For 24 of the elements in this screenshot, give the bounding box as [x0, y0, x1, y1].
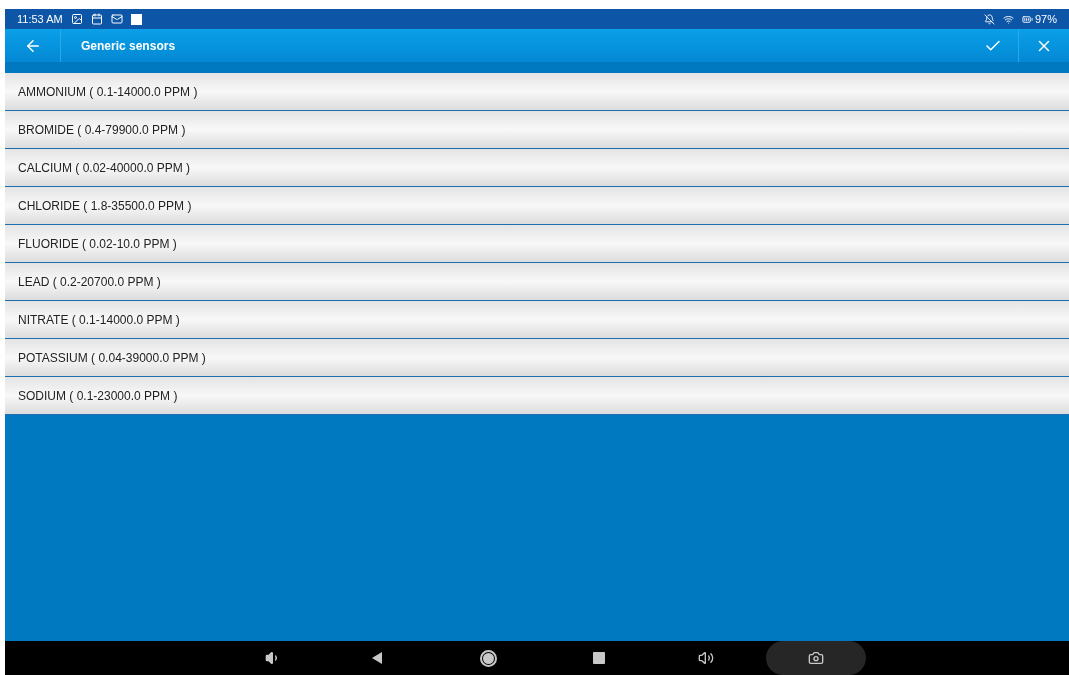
volume-up-icon[interactable] — [698, 650, 714, 666]
back-icon[interactable] — [372, 652, 382, 664]
sensor-list-item[interactable]: FLUORIDE ( 0.02-10.0 PPM ) — [5, 225, 1069, 263]
sensor-list-item[interactable]: CALCIUM ( 0.02-40000.0 PPM ) — [5, 149, 1069, 187]
sensor-list-item[interactable]: SODIUM ( 0.1-23000.0 PPM ) — [5, 377, 1069, 415]
bell-off-icon — [983, 13, 995, 25]
sensor-list-item[interactable]: POTASSIUM ( 0.04-39000.0 PPM ) — [5, 339, 1069, 377]
screenshot-button[interactable] — [766, 641, 866, 675]
wifi-icon — [1002, 13, 1014, 25]
camera-icon — [808, 650, 824, 666]
app-title: Generic sensors — [81, 37, 176, 55]
sensor-list-item[interactable]: NITRATE ( 0.1-14000.0 PPM ) — [5, 301, 1069, 339]
mail-icon — [110, 13, 123, 25]
sensor-list-item[interactable]: LEAD ( 0.2-20700.0 PPM ) — [5, 263, 1069, 301]
sensor-list-item[interactable]: AMMONIUM ( 0.1-14000.0 PPM ) — [5, 73, 1069, 111]
sensor-list-item[interactable]: CHLORIDE ( 1.8-35500.0 PPM ) — [5, 187, 1069, 225]
notification-square-icon — [130, 13, 142, 25]
status-time: 11:53 AM — [17, 11, 63, 27]
sensor-list-item[interactable]: BROMIDE ( 0.4-79900.0 PPM ) — [5, 111, 1069, 149]
battery-icon — [1021, 13, 1033, 25]
image-icon — [70, 13, 83, 25]
calendar-icon — [90, 13, 103, 25]
battery-level: 97% — [1034, 11, 1057, 27]
home-icon[interactable] — [480, 649, 497, 667]
